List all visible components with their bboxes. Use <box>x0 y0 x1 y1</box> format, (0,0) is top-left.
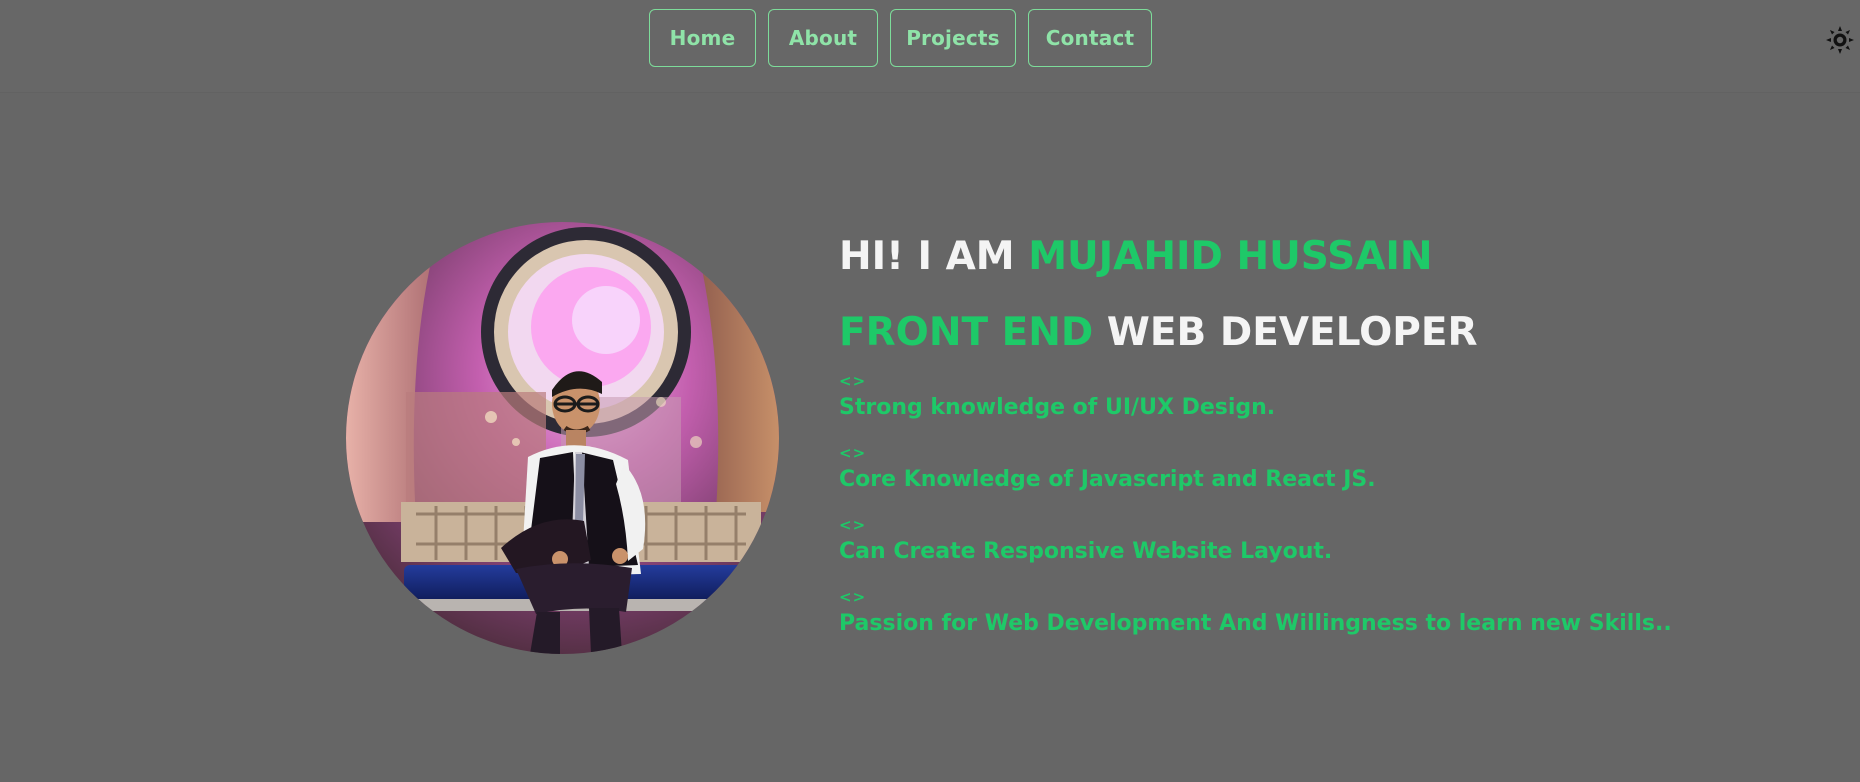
nav-contact-button[interactable]: Contact <box>1028 9 1152 67</box>
nav-home-button[interactable]: Home <box>649 9 756 67</box>
code-bracket-icon: <> <box>839 588 867 606</box>
greeting-text: HI! I AM <box>839 234 1029 279</box>
code-bracket-icon: <> <box>839 372 867 390</box>
top-navbar: Home About Projects Contact <box>0 0 1860 92</box>
skill-text: Passion for Web Development And Willingn… <box>839 611 1672 636</box>
profile-photo-image <box>346 222 779 654</box>
skill-text: Strong knowledge of UI/UX Design. <box>839 395 1276 420</box>
hero-heading-line-2: FRONT END WEB DEVELOPER <box>839 310 1478 356</box>
sun-icon[interactable] <box>1826 26 1854 54</box>
code-bracket-icon: <> <box>839 444 867 462</box>
skill-text: Can Create Responsive Website Layout. <box>839 539 1333 564</box>
developer-name: MUJAHID HUSSAIN <box>1028 234 1433 279</box>
role-rest: WEB DEVELOPER <box>1093 310 1478 355</box>
nav-projects-button[interactable]: Projects <box>890 9 1016 67</box>
skill-text: Core Knowledge of Javascript and React J… <box>839 467 1376 492</box>
profile-photo <box>346 222 779 654</box>
code-bracket-icon: <> <box>839 516 867 534</box>
role-highlight: FRONT END <box>839 310 1094 355</box>
hero-heading-line-1: HI! I AM MUJAHID HUSSAIN <box>839 234 1433 280</box>
nav-about-button[interactable]: About <box>768 9 878 67</box>
nav-menu: Home About Projects Contact <box>649 9 1164 67</box>
